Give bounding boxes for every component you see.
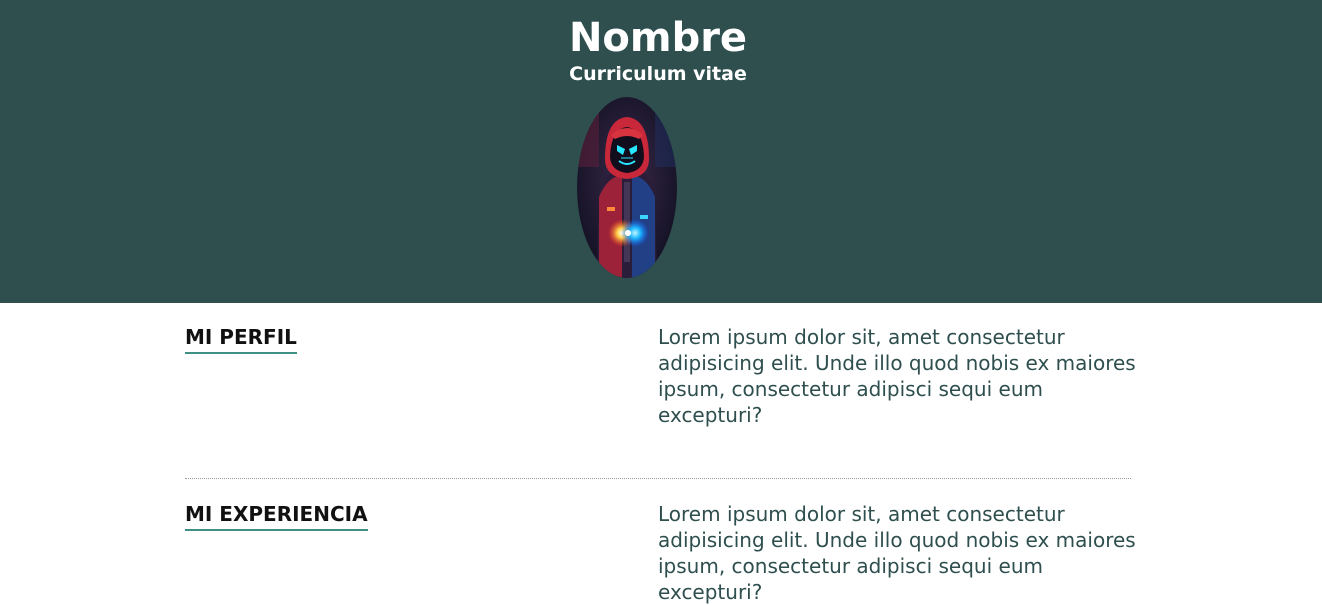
experience-heading: MI EXPERIENCIA xyxy=(185,501,368,531)
cv-subtitle: Curriculum vitae xyxy=(569,63,747,85)
hooded-figure-avatar-icon xyxy=(577,97,677,278)
avatar xyxy=(577,97,677,278)
person-name: Nombre xyxy=(568,15,748,61)
page-header: Nombre Curriculum vitae xyxy=(0,0,1322,303)
profile-text: Lorem ipsum dolor sit, amet consectetur … xyxy=(658,325,1136,427)
experience-text: Lorem ipsum dolor sit, amet consectetur … xyxy=(658,502,1136,604)
section-divider xyxy=(185,478,1131,479)
profile-heading: MI PERFIL xyxy=(185,324,297,354)
